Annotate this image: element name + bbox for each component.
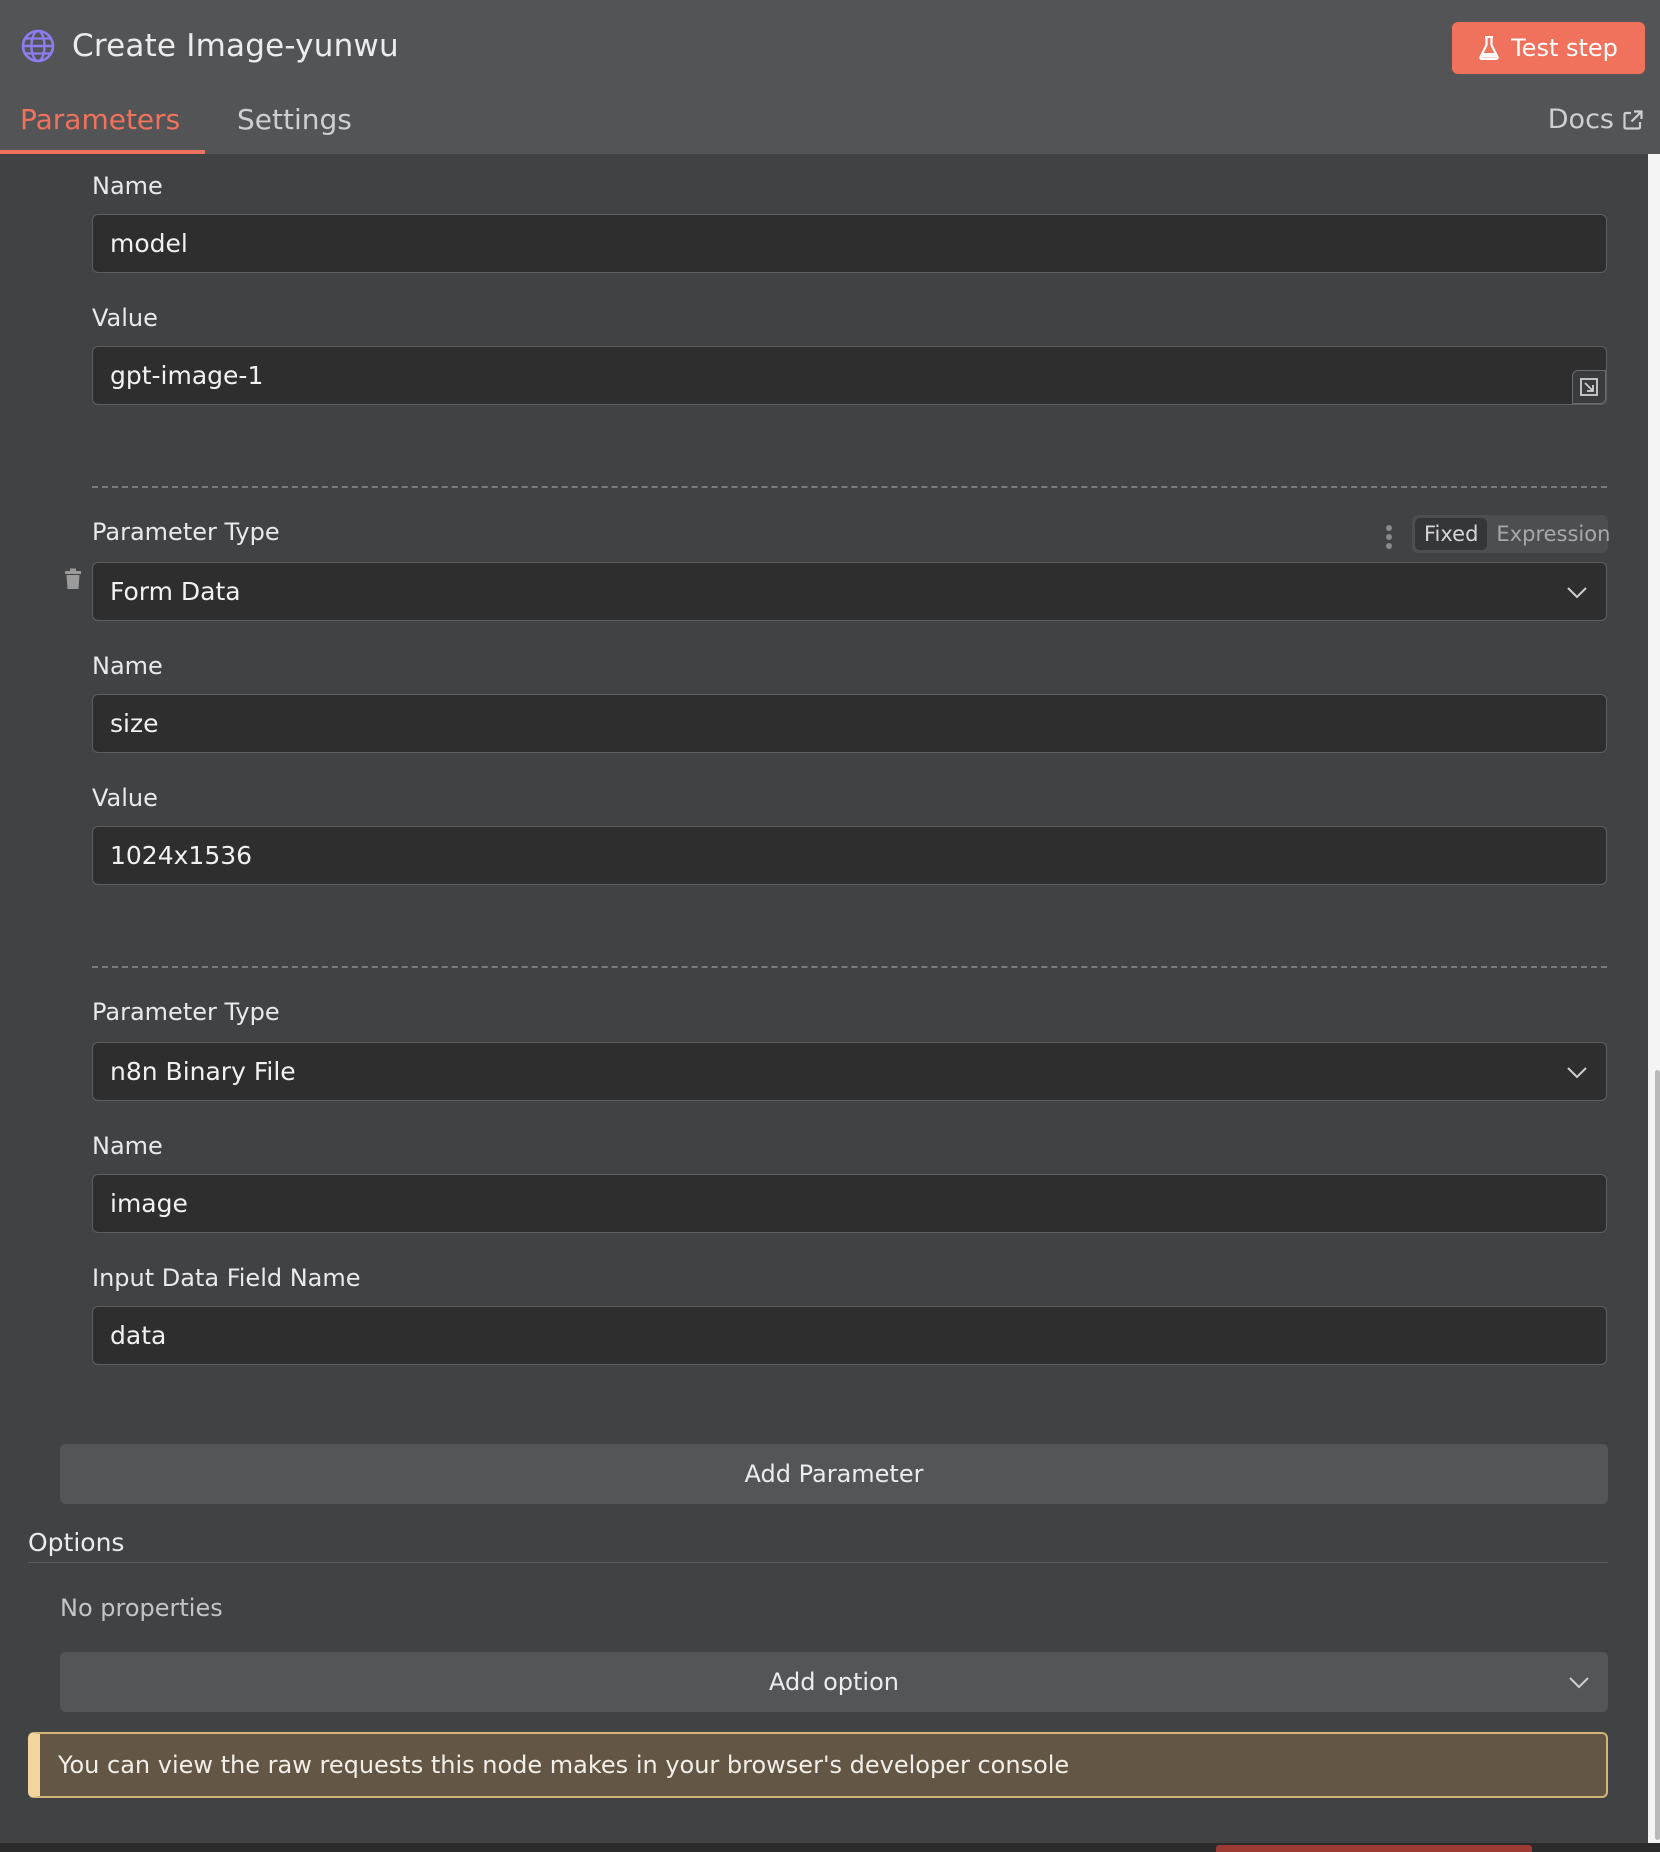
test-step-label: Test step [1511, 34, 1618, 62]
fixed-expression-toggle[interactable]: Fixed Expression [1412, 515, 1610, 553]
expand-icon[interactable] [1572, 370, 1606, 404]
param2-value-label: Value [92, 784, 158, 812]
toggle-expression[interactable]: Expression [1487, 518, 1619, 550]
toggle-fixed[interactable]: Fixed [1415, 518, 1488, 550]
docs-label: Docs [1547, 104, 1614, 135]
param2-type-value: Form Data [110, 577, 241, 606]
parameters-panel: Name model Value gpt-image-1 Parameter T… [0, 154, 1648, 1846]
param3-type-value: n8n Binary File [110, 1057, 296, 1086]
bottom-action-button[interactable] [1216, 1845, 1532, 1852]
no-properties-text: No properties [60, 1594, 223, 1622]
expand-arrow-icon [1580, 378, 1598, 396]
node-header: Create Image-yunwu Test step Parameters … [0, 0, 1660, 154]
tab-parameters[interactable]: Parameters [0, 96, 205, 154]
param1-name-input[interactable]: model [92, 214, 1607, 273]
param-divider [92, 966, 1607, 968]
developer-console-notice: You can view the raw requests this node … [28, 1732, 1608, 1798]
param2-type-select[interactable]: Form Data [92, 562, 1607, 621]
param2-value-input[interactable]: 1024x1536 [92, 826, 1607, 885]
param3-field-label: Input Data Field Name [92, 1264, 361, 1292]
trash-icon[interactable] [64, 568, 82, 590]
param1-name-label: Name [92, 172, 163, 200]
docs-link[interactable]: Docs [1548, 104, 1644, 135]
tab-settings[interactable]: Settings [217, 96, 372, 154]
add-option-label: Add option [769, 1668, 899, 1696]
test-step-button[interactable]: Test step [1452, 22, 1645, 74]
param1-value-text: gpt-image-1 [110, 361, 264, 390]
kebab-icon[interactable] [1384, 524, 1394, 550]
param2-name-input[interactable]: size [92, 694, 1607, 753]
param3-type-select[interactable]: n8n Binary File [92, 1042, 1607, 1101]
param3-name-input[interactable]: image [92, 1174, 1607, 1233]
chevron-down-icon [1569, 1677, 1589, 1689]
param3-field-input[interactable]: data [92, 1306, 1607, 1365]
param1-value-input[interactable]: gpt-image-1 [92, 346, 1607, 405]
globe-icon [21, 29, 55, 63]
param-divider [92, 486, 1607, 488]
options-divider [28, 1562, 1608, 1563]
scrollbar-thumb[interactable] [1655, 1070, 1660, 1840]
param2-name-label: Name [92, 652, 163, 680]
external-link-icon [1623, 109, 1643, 130]
flask-icon [1479, 36, 1499, 60]
add-option-button[interactable]: Add option [60, 1652, 1608, 1712]
param1-value-label: Value [92, 304, 158, 332]
param3-type-label: Parameter Type [92, 998, 280, 1026]
add-parameter-button[interactable]: Add Parameter [60, 1444, 1608, 1504]
options-heading: Options [28, 1528, 125, 1557]
chevron-down-icon [1567, 587, 1587, 599]
chevron-down-icon [1567, 1067, 1587, 1079]
tab-bar: Parameters Settings [0, 96, 372, 154]
param2-type-label: Parameter Type [92, 518, 280, 546]
param3-name-label: Name [92, 1132, 163, 1160]
title-row: Create Image-yunwu [20, 22, 399, 70]
node-title[interactable]: Create Image-yunwu [72, 28, 399, 64]
